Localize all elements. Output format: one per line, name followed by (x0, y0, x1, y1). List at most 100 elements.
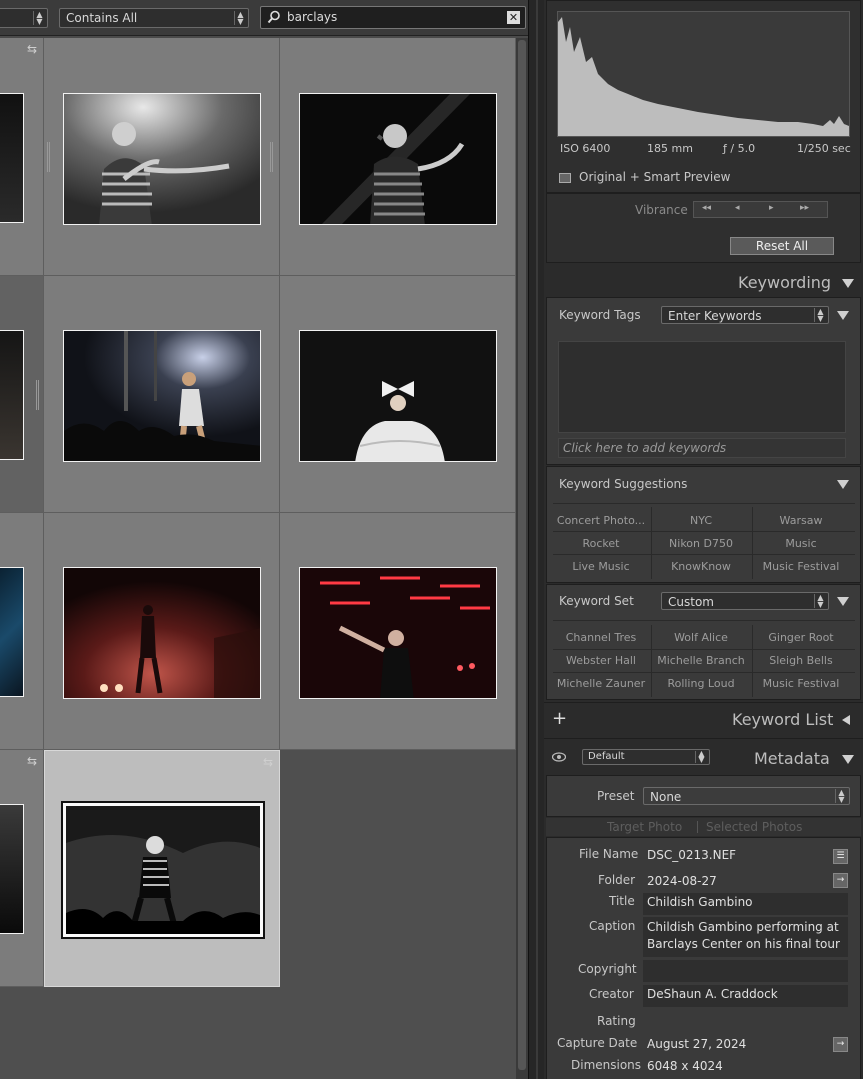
grid-scrollbar-thumb[interactable] (518, 40, 526, 1070)
photo-thumbnail[interactable] (299, 330, 497, 462)
keyword-list-header[interactable]: Keyword List (732, 710, 833, 729)
rating-stars[interactable] (643, 1012, 848, 1030)
tab-selected-photos[interactable]: Selected Photos (706, 820, 802, 834)
keyword-set-item[interactable]: Ginger Root (752, 631, 850, 644)
vibrance-stepper[interactable]: ◂◂ ◂ ▸ ▸▸ (693, 201, 828, 218)
vibrance-large-increase-icon[interactable]: ▸▸ (800, 203, 809, 213)
keyword-set-item[interactable]: Wolf Alice (652, 631, 750, 644)
preview-status: Original + Smart Preview (579, 170, 731, 184)
suggested-keyword[interactable]: Warsaw (752, 514, 850, 527)
vibrance-large-decrease-icon[interactable]: ◂◂ (702, 203, 711, 213)
collapse-triangle-icon[interactable] (837, 597, 849, 606)
keyword-set-item[interactable]: Music Festival (752, 677, 850, 690)
eye-icon[interactable] (552, 752, 566, 762)
separator (553, 649, 855, 650)
photo-thumbnail[interactable] (0, 804, 24, 934)
capture-date-field[interactable]: August 27, 2024 (643, 1035, 827, 1055)
keywording-header[interactable]: Keywording (738, 273, 831, 292)
photo-thumbnail[interactable] (0, 330, 24, 460)
go-to-folder-icon[interactable]: → (833, 873, 848, 888)
keyword-set-item[interactable]: Michelle Branch (652, 654, 750, 667)
grid-cell[interactable] (44, 38, 280, 276)
grid-cell[interactable]: ⇆ (0, 750, 44, 987)
photo-thumbnail[interactable] (0, 93, 24, 223)
separator (553, 531, 855, 532)
keyword-set-item[interactable]: Rolling Loud (652, 677, 750, 690)
photo-thumbnail[interactable] (0, 567, 24, 697)
caption-field[interactable]: Childish Gambino performing at Barclays … (643, 917, 848, 957)
keyword-set-value: Custom (668, 595, 714, 609)
vibrance-decrease-icon[interactable]: ◂ (735, 203, 740, 213)
photo-thumbnail-selected[interactable] (61, 801, 265, 939)
keyword-set-item[interactable]: Michelle Zauner (552, 677, 650, 690)
photo-thumbnail[interactable] (63, 567, 261, 699)
suggested-keyword[interactable]: KnowKnow (652, 560, 750, 573)
photo-thumbnail[interactable] (299, 93, 497, 225)
match-mode-select[interactable]: Contains All ▲ ▼ (59, 8, 249, 28)
select-arrows-icon: ▲ ▼ (695, 750, 707, 764)
expand-triangle-icon[interactable] (842, 715, 850, 725)
iso-readout: ISO 6400 (560, 142, 611, 155)
grid-cell-selected[interactable]: ⇆ (44, 750, 280, 987)
search-input[interactable]: barclays ✕ (260, 6, 526, 29)
grid-cell[interactable]: ⇆ (0, 38, 44, 276)
suggested-keyword[interactable]: Nikon D750 (652, 537, 750, 550)
cell-grip (36, 380, 39, 410)
suggested-keyword[interactable]: Concert Photo... (552, 514, 650, 527)
keyword-set-select[interactable]: Custom ▲ ▼ (661, 592, 829, 610)
grid-cell[interactable] (280, 513, 516, 750)
separator (697, 821, 698, 833)
vibrance-increase-icon[interactable]: ▸ (769, 203, 774, 213)
panel-divider[interactable] (528, 0, 544, 1079)
metadata-view-select[interactable]: Default ▲ ▼ (582, 749, 710, 765)
keyword-set-item[interactable]: Webster Hall (552, 654, 650, 667)
edit-capture-time-icon[interactable]: → (833, 1037, 848, 1052)
suggested-keyword[interactable]: Rocket (552, 537, 650, 550)
keyword-set-label: Keyword Set (559, 594, 634, 608)
keyword-set-item[interactable]: Channel Tres (552, 631, 650, 644)
title-field[interactable]: Childish Gambino (643, 893, 848, 915)
smart-preview-icon[interactable] (559, 173, 571, 183)
filter-field-select[interactable]: ▲ ▼ (0, 8, 48, 28)
keyword-tags-textarea[interactable] (558, 341, 846, 433)
collapse-triangle-icon[interactable] (842, 755, 854, 764)
file-list-icon[interactable]: ☰ (833, 849, 848, 864)
photo-thumbnail[interactable] (63, 330, 261, 462)
grid-cell[interactable] (280, 38, 516, 276)
folder-field[interactable]: 2024-08-27 (643, 872, 827, 892)
suggested-keyword[interactable]: Music (752, 537, 850, 550)
clear-search-icon[interactable]: ✕ (507, 11, 520, 24)
suggested-keyword[interactable]: Music Festival (752, 560, 850, 573)
grid-scrollbar[interactable] (516, 38, 528, 1079)
collapse-triangle-icon[interactable] (837, 311, 849, 320)
grid-cell[interactable] (44, 276, 280, 513)
grid-cell[interactable] (0, 513, 44, 750)
separator (553, 620, 855, 621)
file-name-label: File Name (579, 847, 639, 861)
metadata-header[interactable]: Metadata (754, 749, 830, 768)
creator-field[interactable]: DeShaun A. Craddock (643, 985, 848, 1007)
creator-label: Creator (589, 987, 634, 1001)
thumbnail-grid: ⇆ ⇆ ⇆ (0, 38, 528, 1079)
file-name-field[interactable]: DSC_0213.NEF (643, 846, 827, 866)
copyright-field[interactable] (643, 960, 848, 982)
suggested-keyword[interactable]: NYC (652, 514, 750, 527)
add-keywords-input[interactable]: Click here to add keywords (558, 438, 846, 458)
grid-cell[interactable] (44, 513, 280, 750)
keyword-set-item[interactable]: Sleigh Bells (752, 654, 850, 667)
photo-thumbnail[interactable] (299, 567, 497, 699)
photo-thumbnail[interactable] (63, 93, 261, 225)
reset-all-button[interactable]: Reset All (730, 237, 834, 255)
metadata-preset-select[interactable]: None ▲ ▼ (643, 787, 850, 805)
add-keyword-plus-icon[interactable]: + (552, 708, 567, 729)
grid-cell[interactable] (0, 276, 44, 513)
suggested-keyword[interactable]: Live Music (552, 560, 650, 573)
keyword-entry-mode-select[interactable]: Enter Keywords ▲ ▼ (661, 306, 829, 324)
keyword-list-header-bar[interactable]: + Keyword List (544, 702, 863, 736)
search-icon (267, 10, 280, 24)
collapse-triangle-icon[interactable] (837, 480, 849, 489)
tab-target-photo[interactable]: Target Photo (607, 820, 682, 834)
collapse-triangle-icon[interactable] (842, 279, 854, 288)
metadata-fields-section: File Name DSC_0213.NEF ☰ Folder 2024-08-… (546, 837, 861, 1079)
grid-cell[interactable] (280, 276, 516, 513)
